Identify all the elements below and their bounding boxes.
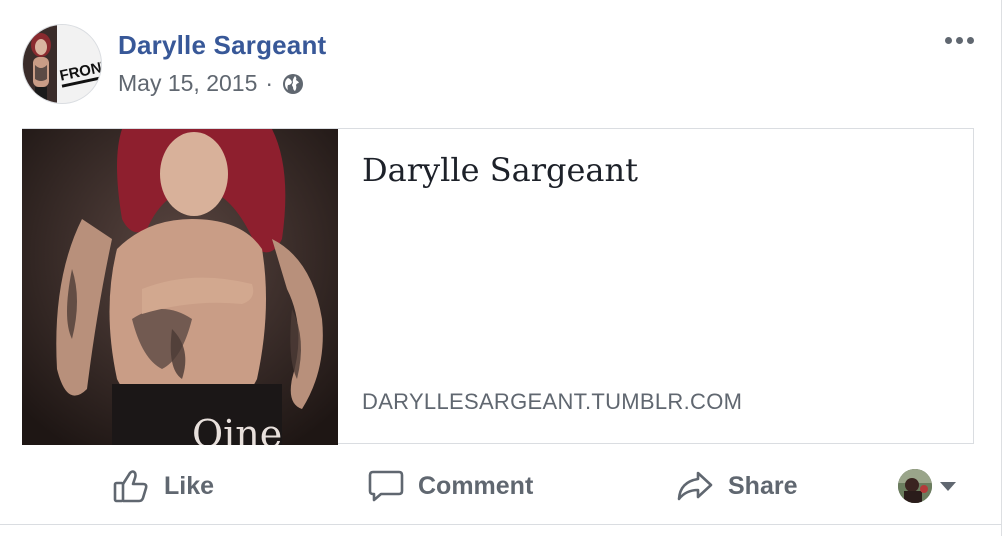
share-button[interactable]: Share xyxy=(676,458,797,514)
share-label: Share xyxy=(728,471,798,500)
comment-icon xyxy=(368,469,404,503)
link-preview-image[interactable]: Oine xyxy=(22,129,338,445)
post-actions-bar: Like Comment Share xyxy=(0,458,1002,514)
link-domain: DARYLLESARGEANT.TUMBLR.COM xyxy=(362,389,743,414)
thumbs-up-icon xyxy=(112,468,150,504)
author-avatar[interactable]: FRONT xyxy=(22,24,102,104)
author-name[interactable]: Darylle Sargeant xyxy=(118,30,326,61)
user-avatar xyxy=(898,469,932,503)
more-options-icon[interactable] xyxy=(939,28,979,52)
reaction-profile-selector[interactable] xyxy=(898,466,956,506)
chevron-down-icon xyxy=(940,481,956,491)
comment-button[interactable]: Comment xyxy=(368,458,533,514)
post-date[interactable]: May 15, 2015 xyxy=(118,70,257,97)
divider xyxy=(0,524,1002,525)
preview-image-caption: Oine xyxy=(192,412,282,445)
post-meta: May 15, 2015 · xyxy=(118,70,305,97)
meta-separator: · xyxy=(265,70,274,96)
link-preview-body[interactable]: Darylle Sargeant DARYLLESARGEANT.TUMBLR.… xyxy=(338,129,973,443)
share-icon xyxy=(676,469,714,503)
comment-label: Comment xyxy=(418,471,534,500)
link-title[interactable]: Darylle Sargeant xyxy=(362,151,638,189)
like-button[interactable]: Like xyxy=(112,458,214,514)
link-preview-card[interactable]: Oine Darylle Sargeant DARYLLESARGEANT.TU… xyxy=(22,128,974,445)
preview-photo: Oine xyxy=(22,129,338,445)
globe-icon[interactable] xyxy=(281,72,305,96)
avatar-image: FRONT xyxy=(23,25,101,103)
feed-post: FRONT Darylle Sargeant May 15, 2015 · Oi… xyxy=(0,0,1002,536)
like-label: Like xyxy=(164,471,215,500)
